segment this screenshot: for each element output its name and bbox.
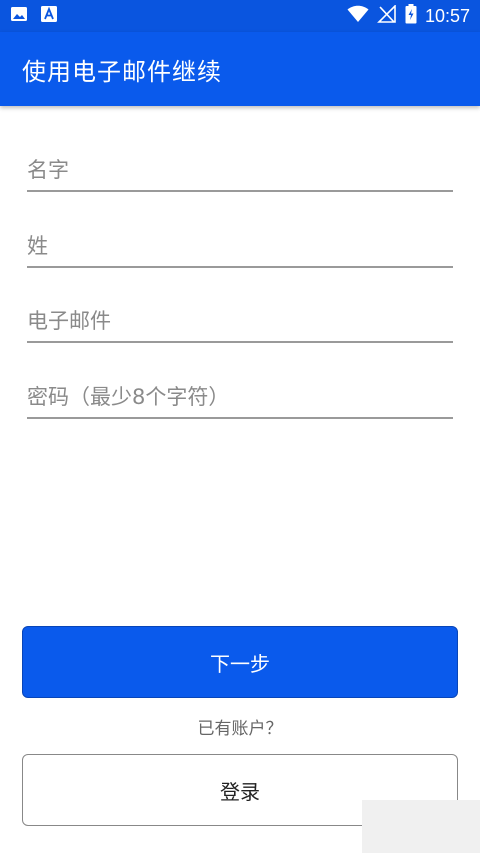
battery-icon [405,4,417,28]
corner-watermark [362,800,480,853]
first-name-field[interactable] [27,144,453,192]
email-input[interactable] [27,309,453,333]
last-name-input[interactable] [27,234,453,258]
font-app-icon [40,5,58,27]
status-time: 10:57 [424,5,470,26]
signal-icon [377,4,397,27]
next-button[interactable]: 下一步 [22,626,458,698]
have-account-text: 已有账户？ [197,719,283,739]
wifi-icon [347,5,369,27]
password-input[interactable] [27,385,453,409]
page-title: 使用电子邮件继续 [22,57,222,86]
password-field[interactable] [27,371,453,419]
first-name-input[interactable] [27,158,453,182]
image-icon [10,5,28,27]
email-field[interactable] [27,295,453,343]
app-bar: 使用电子邮件继续 [0,32,480,106]
last-name-field[interactable] [27,220,453,268]
status-bar: 10:57 [0,0,480,32]
